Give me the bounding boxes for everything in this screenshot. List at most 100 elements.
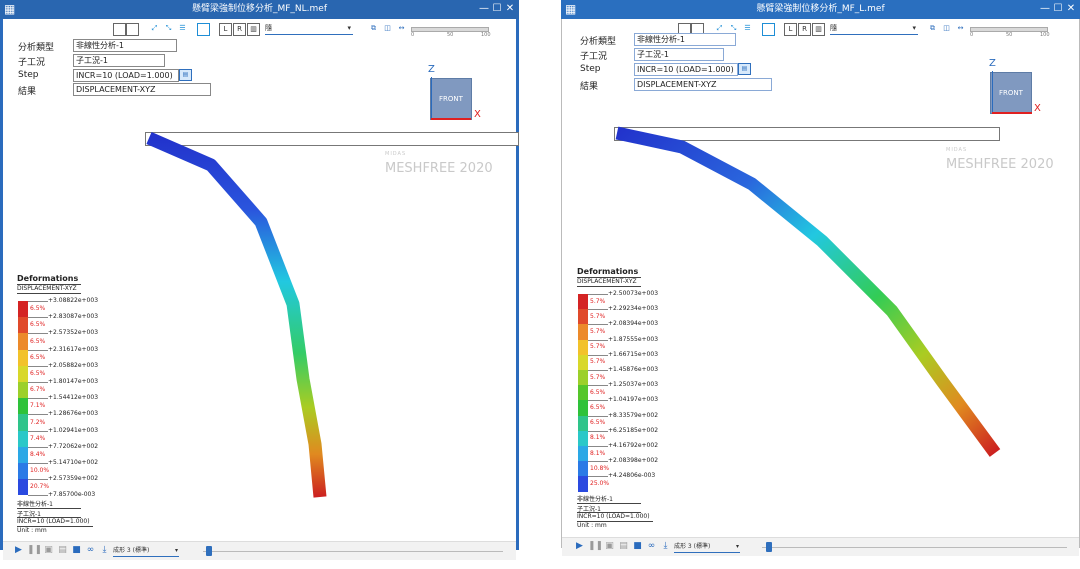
minimize-button[interactable]: — xyxy=(1039,2,1051,15)
legend-percent: 6.5% xyxy=(590,404,606,411)
legend-value: +4.24806e-003 xyxy=(608,472,656,480)
title-bar: ▦ 懸臂梁強制位移分析_MF_NL.mef — ☐ ✕ xyxy=(0,0,519,19)
pause-icon[interactable]: ❚❚ xyxy=(27,545,42,556)
save-icon[interactable]: ▣ xyxy=(43,545,54,556)
legend-value: +1.80147e+003 xyxy=(48,378,99,385)
legend-percent: 5.7% xyxy=(590,297,606,305)
legend-footer-analysis: 非線性分析-1 xyxy=(17,501,53,508)
legend-swatch xyxy=(578,476,588,492)
legend-value: +2.31617e+003 xyxy=(48,345,99,353)
legend-swatch xyxy=(578,461,588,477)
legend-tick xyxy=(28,414,48,416)
legend-value: +2.08398e+002 xyxy=(608,457,659,465)
legend-percent: 25.0% xyxy=(590,480,610,487)
legend-percent: 10.0% xyxy=(30,467,50,475)
legend-value: +1.66715e+003 xyxy=(608,350,659,358)
animation-track[interactable] xyxy=(762,547,1067,548)
legend-value: +2.83087e+003 xyxy=(48,313,99,321)
animation-mode-value: 成形 3 (標準) xyxy=(674,543,711,550)
animation-handle[interactable] xyxy=(206,546,212,556)
legend-percent: 6.5% xyxy=(30,305,46,313)
legend-swatch xyxy=(18,365,28,382)
viewport[interactable]: ⤢ ⤡ ☰ L R ▥ 隨 ▾ ⧉ ◫ ↔ 0 50 100 分析類型 非線性分析… xyxy=(0,19,519,560)
legend-value: +2.29234e+003 xyxy=(608,305,659,313)
legend-percent: 6.7% xyxy=(30,386,46,394)
animation-handle[interactable] xyxy=(766,542,772,552)
legend-value: +1.45876e+003 xyxy=(608,366,659,373)
legend-swatch xyxy=(18,446,28,463)
legend-swatch xyxy=(18,463,28,480)
legend-tick xyxy=(28,463,48,464)
legend-tick xyxy=(588,309,608,311)
legend-percent: 6.5% xyxy=(590,388,606,396)
legend-tick xyxy=(588,461,608,463)
maximize-button[interactable]: ☐ xyxy=(1052,2,1064,15)
legend-swatch xyxy=(578,324,588,340)
animation-mode-dropdown[interactable]: 成形 3 (標準) ▾ xyxy=(113,545,179,557)
legend-swatch xyxy=(18,398,28,415)
legend-percent: 6.5% xyxy=(30,353,46,361)
legend-value: +1.28676e+003 xyxy=(48,410,99,418)
legend-value: +7.85700e-003 xyxy=(48,491,96,499)
legend-tick xyxy=(28,365,48,367)
legend-percent: 10.8% xyxy=(590,464,610,472)
window-title: 懸臂梁強制位移分析_MF_NL.mef xyxy=(191,4,328,14)
animation-mode-dropdown[interactable]: 成形 3 (標準) ▾ xyxy=(674,541,740,553)
legend-footer-step: INCR=10 (LOAD=1.000) xyxy=(17,518,90,525)
legend-percent: 6.5% xyxy=(30,321,46,329)
legend-swatch xyxy=(18,301,28,318)
legend-value: +1.87555e+003 xyxy=(608,335,659,343)
legend-value: +4.16792e+002 xyxy=(608,442,659,449)
record-icon[interactable]: ■ xyxy=(71,545,82,556)
legend-value: +7.72062e+002 xyxy=(48,442,99,450)
legend-percent: 7.1% xyxy=(30,402,46,410)
animation-bar: ▶ ❚❚ ▣ ▤ ■ ∞ ⤓ 成形 3 (標準) ▾ xyxy=(562,537,1079,556)
maximize-button[interactable]: ☐ xyxy=(491,2,503,15)
legend-tick xyxy=(588,385,608,387)
save-icon[interactable]: ▣ xyxy=(604,541,615,552)
viewport[interactable]: ⤢ ⤡ ☰ L R ▥ 隨 ▾ ⧉ ◫ ↔ 0 50 100 分析類型 非線性分析… xyxy=(561,19,1080,556)
legend-title: Deformations xyxy=(577,267,639,276)
export-icon[interactable]: ▤ xyxy=(57,545,68,556)
legend-swatch xyxy=(578,309,588,325)
deformed-beam xyxy=(146,132,327,498)
play-icon[interactable]: ▶ xyxy=(13,545,24,556)
play-icon[interactable]: ▶ xyxy=(574,541,585,552)
legend-percent: 7.4% xyxy=(30,434,46,442)
download-icon[interactable]: ⤓ xyxy=(99,545,110,556)
legend-value: +1.04197e+003 xyxy=(608,396,659,404)
legend-footer-unit: Unit : mm xyxy=(17,527,47,534)
link-icon[interactable]: ∞ xyxy=(646,541,657,552)
viewer-window-nonlinear: ▦ 懸臂梁強制位移分析_MF_NL.mef — ☐ ✕ ⤢ ⤡ ☰ L R ▥ … xyxy=(0,0,519,569)
legend-tick xyxy=(28,301,48,302)
legend-swatch xyxy=(18,382,28,399)
legend-subtitle: DISPLACEMENT-XYZ xyxy=(17,285,77,292)
pause-icon[interactable]: ❚❚ xyxy=(588,541,603,552)
legend-percent: 8.1% xyxy=(590,434,606,442)
close-button[interactable]: ✕ xyxy=(1065,2,1077,15)
legend-divider xyxy=(17,293,81,294)
legend-value: +8.33579e+002 xyxy=(608,411,659,419)
minimize-button[interactable]: — xyxy=(478,2,490,15)
legend-tick xyxy=(28,317,48,319)
export-icon[interactable]: ▤ xyxy=(618,541,629,552)
download-icon[interactable]: ⤓ xyxy=(660,541,671,552)
link-icon[interactable]: ∞ xyxy=(85,545,96,556)
close-button[interactable]: ✕ xyxy=(504,2,516,15)
legend-value: +2.05882e+003 xyxy=(48,361,99,369)
legend-percent: 20.7% xyxy=(30,483,50,491)
legend-percent: 7.2% xyxy=(30,418,46,426)
record-icon[interactable]: ■ xyxy=(632,541,643,552)
legend-swatch xyxy=(578,370,588,386)
legend-percent: 5.7% xyxy=(590,358,606,366)
legend-value: +1.02941e+003 xyxy=(48,426,99,434)
legend-percent: 5.7% xyxy=(590,312,606,320)
legend-swatch xyxy=(578,446,588,462)
legend-tick xyxy=(588,324,608,326)
legend-swatch xyxy=(18,333,28,350)
animation-track[interactable] xyxy=(203,551,503,552)
chevron-down-icon: ▾ xyxy=(735,543,739,550)
legend-swatch xyxy=(18,349,28,366)
legend-tick xyxy=(28,349,48,351)
legend-value: +3.08822e+003 xyxy=(48,297,99,304)
